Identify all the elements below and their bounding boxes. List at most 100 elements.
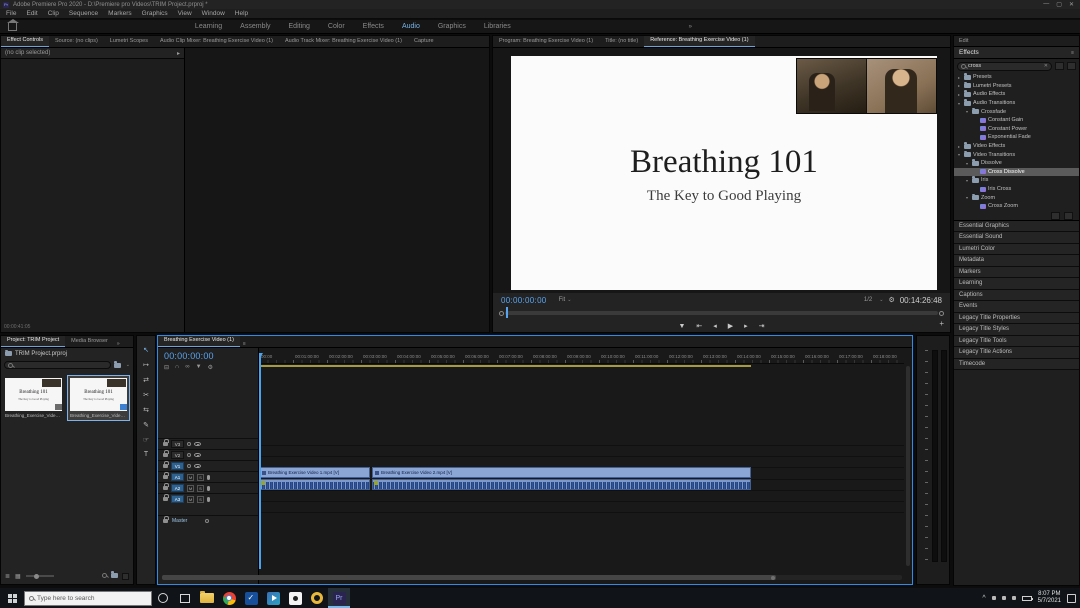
menu-view[interactable]: View bbox=[178, 10, 192, 17]
lock-icon[interactable] bbox=[163, 486, 168, 490]
effects-group-tab[interactable]: Edit bbox=[954, 36, 1079, 47]
effects-tree-item[interactable]: ▸Lumetri Presets bbox=[954, 82, 1079, 91]
panel-header-events[interactable]: Events bbox=[954, 301, 1079, 313]
ripple-edit-tool[interactable]: ⇄ bbox=[143, 376, 149, 384]
track-target-toggle[interactable]: A3 bbox=[171, 495, 184, 503]
yellow-ring-app-icon[interactable] bbox=[306, 588, 328, 608]
panel-header-legacy-title-actions[interactable]: Legacy Title Actions bbox=[954, 347, 1079, 359]
panel-header-markers[interactable]: Markers bbox=[954, 267, 1079, 279]
battery-icon[interactable] bbox=[1022, 596, 1032, 601]
lock-icon[interactable] bbox=[163, 497, 168, 501]
start-button[interactable] bbox=[0, 588, 24, 608]
twisty-icon[interactable]: ▾ bbox=[958, 152, 962, 157]
panel-header-essential-sound[interactable]: Essential Sound bbox=[954, 232, 1079, 244]
find-icon[interactable] bbox=[102, 573, 107, 578]
timeline-timecode[interactable]: 00:00:00:00 bbox=[158, 348, 258, 361]
program-monitor-tab[interactable]: Reference: Breathing Exercise Video (1) bbox=[644, 36, 754, 47]
play-button[interactable]: ▶ bbox=[728, 322, 733, 330]
project-tab[interactable]: Project: TRIM Project bbox=[1, 336, 65, 347]
project-tab[interactable]: Media Browser bbox=[65, 336, 114, 347]
work-area-bar[interactable] bbox=[259, 365, 751, 367]
add-marker-icon[interactable]: ▼ bbox=[196, 364, 202, 371]
snap-icon[interactable]: ∩ bbox=[175, 364, 179, 371]
audio-track-header-a2[interactable]: A2MS bbox=[158, 482, 258, 493]
audio-track-header-a3[interactable]: A3MS bbox=[158, 493, 258, 504]
hidden-icons-button[interactable]: ^ bbox=[982, 595, 985, 602]
twisty-icon[interactable]: ▸ bbox=[958, 92, 962, 97]
panel-header-legacy-title-tools[interactable]: Legacy Title Tools bbox=[954, 336, 1079, 348]
effect-controls-tab[interactable]: Source: (no clips) bbox=[49, 36, 104, 47]
taskbar-clock[interactable]: 8:07 PM5/7/2021 bbox=[1038, 591, 1061, 605]
zoom-level-select[interactable]: Fit bbox=[559, 297, 566, 303]
audio-clip[interactable] bbox=[372, 479, 751, 490]
chevron-right-icon[interactable]: ▸ bbox=[177, 50, 180, 57]
workspace-overflow-button[interactable]: » bbox=[689, 24, 692, 30]
sync-lock-icon[interactable] bbox=[187, 442, 191, 446]
panel-menu-icon[interactable]: ≡ bbox=[243, 341, 246, 347]
program-monitor-tab[interactable]: Program: Breathing Exercise Video (1) bbox=[493, 36, 599, 47]
track-select-forward-tool[interactable]: ↦ bbox=[143, 361, 149, 369]
file-explorer-icon[interactable] bbox=[196, 588, 218, 608]
lock-icon[interactable] bbox=[163, 464, 168, 468]
twisty-icon[interactable]: ▾ bbox=[966, 109, 970, 114]
playback-resolution-select[interactable]: 1/2 bbox=[864, 297, 872, 303]
step-forward-button[interactable]: ▸ bbox=[744, 322, 748, 330]
twisty-icon[interactable]: ▾ bbox=[966, 161, 970, 166]
menu-clip[interactable]: Clip bbox=[48, 10, 59, 17]
panel-header-learning[interactable]: Learning bbox=[954, 278, 1079, 290]
type-tool[interactable]: T bbox=[144, 451, 148, 458]
icon-view-icon[interactable]: ▦ bbox=[15, 573, 21, 580]
solo-button[interactable]: S bbox=[197, 474, 204, 481]
panel-header-lumetri-color[interactable]: Lumetri Color bbox=[954, 244, 1079, 256]
track-target-toggle[interactable]: A2 bbox=[171, 484, 184, 492]
twisty-icon[interactable]: ▾ bbox=[966, 195, 970, 200]
track-target-toggle[interactable]: V2 bbox=[171, 451, 184, 459]
hand-tool[interactable]: ☞ bbox=[143, 436, 149, 444]
program-current-timecode[interactable]: 00:00:00:00 bbox=[501, 296, 547, 305]
workspace-tab-graphics[interactable]: Graphics bbox=[438, 23, 466, 30]
accelerated-effects-filter-button[interactable] bbox=[1055, 62, 1064, 70]
panel-header-metadata[interactable]: Metadata bbox=[954, 255, 1079, 267]
tray-icon-3[interactable] bbox=[1012, 596, 1016, 600]
effects-tree-item[interactable]: Constant Gain bbox=[954, 116, 1079, 125]
go-to-out-button[interactable]: ⇥ bbox=[759, 322, 765, 330]
video-track-header-v1[interactable]: V1 bbox=[158, 460, 258, 471]
effects-tree-item[interactable]: ▾Crossfade bbox=[954, 107, 1079, 116]
effects-tree-item[interactable]: Cross Zoom bbox=[954, 202, 1079, 211]
video-clip[interactable]: Breathing Exercise Video 1.mp4 [V] bbox=[259, 467, 370, 478]
step-back-button[interactable]: ◂ bbox=[713, 322, 717, 330]
mute-button[interactable]: M bbox=[187, 496, 194, 503]
navigate-up-bin-icon[interactable] bbox=[114, 363, 121, 368]
panel-header-essential-graphics[interactable]: Essential Graphics bbox=[954, 221, 1079, 233]
timeline-sequence-tab[interactable]: Breathing Exercise Video (1) bbox=[158, 336, 240, 347]
track-output-eye-icon[interactable] bbox=[194, 442, 201, 447]
settings-wrench-icon[interactable]: ⚙ bbox=[888, 296, 894, 304]
minimize-button[interactable]: — bbox=[1043, 1, 1049, 8]
project-file-name[interactable]: TRIM Project.prproj bbox=[15, 351, 67, 357]
effect-controls-tab[interactable]: Lumetri Scopes bbox=[104, 36, 154, 47]
razor-tool[interactable]: ✂ bbox=[143, 391, 149, 399]
scrub-handle-right[interactable] bbox=[939, 311, 944, 316]
effects-tree-item[interactable]: ▸Audio Effects bbox=[954, 90, 1079, 99]
cortana-button[interactable] bbox=[152, 588, 174, 608]
lock-icon[interactable] bbox=[163, 519, 168, 523]
chrome-icon[interactable] bbox=[218, 588, 240, 608]
video-track-header-v3[interactable]: V3 bbox=[158, 438, 258, 449]
effects-tree-item[interactable]: ▾Zoom bbox=[954, 193, 1079, 202]
go-to-in-button[interactable]: ⇤ bbox=[696, 322, 702, 330]
menu-sequence[interactable]: Sequence bbox=[69, 10, 98, 17]
project-item-card[interactable]: Breathing 101The Key to Good PlayingBrea… bbox=[3, 376, 64, 420]
workspace-tab-editing[interactable]: Editing bbox=[289, 23, 310, 30]
timeline-horizontal-scrollbar[interactable] bbox=[162, 575, 902, 580]
twisty-icon[interactable]: ▾ bbox=[958, 101, 962, 106]
program-monitor-tab[interactable]: Title: (no title) bbox=[599, 36, 644, 47]
menu-help[interactable]: Help bbox=[235, 10, 248, 17]
slip-tool[interactable]: ⇆ bbox=[143, 406, 149, 414]
lock-icon[interactable] bbox=[163, 453, 168, 457]
twisty-icon[interactable]: ▸ bbox=[958, 83, 962, 88]
timeline-settings-wrench-icon[interactable]: ⚙ bbox=[208, 364, 213, 371]
button-editor-button[interactable]: + bbox=[939, 319, 944, 328]
effects-tree-item[interactable]: ▸Video Effects bbox=[954, 142, 1079, 151]
panel-header-legacy-title-styles[interactable]: Legacy Title Styles bbox=[954, 324, 1079, 336]
scrub-handle-left[interactable] bbox=[499, 311, 504, 316]
